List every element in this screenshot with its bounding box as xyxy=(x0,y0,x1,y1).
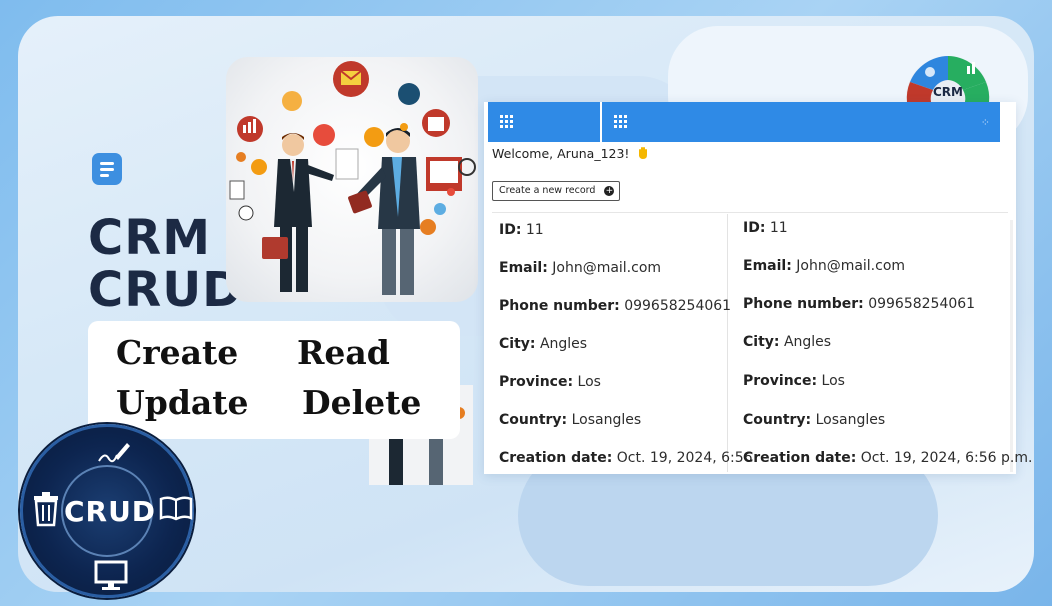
operation-update: Update xyxy=(116,383,249,422)
crm-logo-text: CRM xyxy=(933,85,963,99)
grid-icon[interactable] xyxy=(500,115,514,129)
hero-title-line2: CRUD xyxy=(88,262,244,318)
record-country: Country: Losangles xyxy=(499,412,642,428)
crm-logo: CRM xyxy=(905,52,991,102)
record-country: Country: Losangles xyxy=(743,412,886,428)
record-phone: Phone number: 099658254061 xyxy=(499,298,732,314)
record-id: ID: 11 xyxy=(743,220,788,236)
business-people-illustration xyxy=(226,57,478,302)
record-province: Province: Los xyxy=(499,374,601,390)
welcome-message: Welcome, Aruna_123! xyxy=(492,146,650,161)
welcome-text: Welcome, Aruna_123! xyxy=(492,146,630,161)
crud-badge: CRUD xyxy=(20,424,194,598)
app-window: ⁘ Welcome, Aruna_123! Create a new recor… xyxy=(484,102,1032,474)
waving-hand-icon xyxy=(639,147,648,159)
record-id: ID: 11 xyxy=(499,222,544,238)
plus-circle-icon: + xyxy=(604,186,615,196)
signature-pen-icon xyxy=(98,443,130,463)
record-email: Email: John@mail.com xyxy=(743,258,906,274)
operation-delete: Delete xyxy=(302,383,422,422)
menu-dots-icon[interactable]: ⁘ xyxy=(981,116,990,129)
grid-icon[interactable] xyxy=(614,115,628,129)
record-city: City: Angles xyxy=(743,334,832,350)
record-creation-date: Creation date: Oct. 19, 2024, 6:56 p.m. xyxy=(743,450,1033,466)
record-province: Province: Los xyxy=(743,373,845,389)
app-bar-left xyxy=(488,102,600,142)
scrollbar[interactable] xyxy=(1010,220,1013,472)
column-divider xyxy=(727,214,728,472)
record-city: City: Angles xyxy=(499,336,588,352)
book-icon xyxy=(159,496,193,521)
record-phone: Phone number: 099658254061 xyxy=(743,296,976,312)
hero-title-line1: CRM xyxy=(88,210,211,266)
record-email: Email: John@mail.com xyxy=(499,260,662,276)
operation-create: Create xyxy=(116,333,239,372)
app-bar-right: ⁘ xyxy=(602,102,1000,142)
monitor-icon xyxy=(94,560,128,590)
divider xyxy=(492,212,1008,213)
document-icon xyxy=(92,153,122,185)
create-record-button[interactable]: Create a new record + xyxy=(492,181,621,201)
operation-read: Read xyxy=(297,333,390,372)
create-record-label: Create a new record xyxy=(499,185,596,196)
crud-operations-box: Create Read Update Delete xyxy=(88,321,460,439)
record-creation-date: Creation date: Oct. 19, 2024, 6:56 xyxy=(499,450,753,466)
